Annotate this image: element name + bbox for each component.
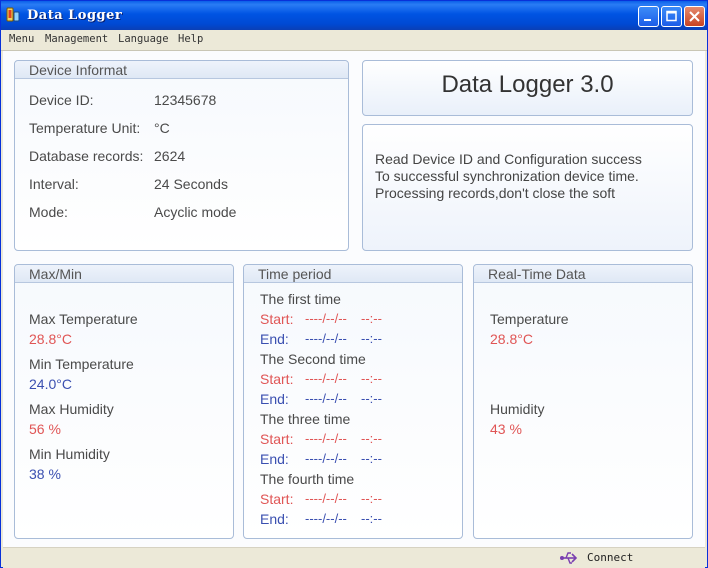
device-id-value: 12345678 — [154, 92, 217, 108]
min-temp-label: Min Temperature — [29, 356, 134, 372]
start-label: Start: — [260, 431, 294, 447]
window-title: Data Logger — [27, 8, 123, 23]
min-humidity-label: Min Humidity — [29, 446, 110, 462]
temperature-label: Temperature — [490, 311, 569, 327]
end-date: ----/--/-- — [305, 391, 347, 406]
end-time: --:-- — [361, 391, 382, 406]
message-line: To successful synchronization device tim… — [375, 168, 639, 184]
max-humidity-value: 56 % — [29, 421, 61, 437]
minimize-button[interactable] — [638, 6, 659, 27]
db-records-label: Database records: — [29, 148, 144, 164]
start-date: ----/--/-- — [305, 431, 347, 446]
max-humidity-label: Max Humidity — [29, 401, 114, 417]
realtime-title: Real-Time Data — [488, 266, 586, 282]
temp-unit-value: °C — [154, 120, 170, 136]
start-date: ----/--/-- — [305, 491, 347, 506]
maximize-button[interactable] — [661, 6, 682, 27]
menu-menu[interactable]: Menu — [9, 33, 34, 45]
start-time: --:-- — [361, 371, 382, 386]
start-label: Start: — [260, 491, 294, 507]
menu-management[interactable]: Management — [45, 33, 108, 45]
device-info-title: Device Informat — [29, 62, 128, 78]
menu-bar: Menu Management Language Help — [1, 30, 707, 51]
message-line: Read Device ID and Configuration success — [375, 151, 642, 167]
end-label: End: — [260, 511, 289, 527]
message-panel: Read Device ID and Configuration success… — [362, 124, 693, 251]
start-label: Start: — [260, 311, 294, 327]
brand-panel: Data Logger 3.0 — [362, 60, 693, 116]
client-area: Device Informat Device ID: 12345678 Temp… — [3, 51, 705, 547]
end-date: ----/--/-- — [305, 451, 347, 466]
app-icon — [6, 7, 20, 22]
maximize-icon — [666, 10, 677, 22]
interval-label: Interval: — [29, 176, 79, 192]
time-period-panel: Time period The first time Start: ----/-… — [243, 264, 463, 539]
message-line: Processing records,don't close the soft — [375, 185, 616, 201]
device-id-label: Device ID: — [29, 92, 94, 108]
maxmin-panel: Max/Min Max Temperature 28.8°C Min Tempe… — [14, 264, 234, 539]
max-temp-value: 28.8°C — [29, 331, 72, 347]
end-time: --:-- — [361, 451, 382, 466]
status-bar: Connect — [3, 547, 705, 568]
period-name: The first time — [260, 291, 341, 307]
min-humidity-value: 38 % — [29, 466, 61, 482]
interval-value: 24 Seconds — [154, 176, 228, 192]
menu-language[interactable]: Language — [118, 33, 169, 45]
max-temp-label: Max Temperature — [29, 311, 138, 327]
title-bar[interactable]: Data Logger — [1, 1, 707, 30]
realtime-panel: Real-Time Data Temperature 28.8°C Humidi… — [473, 264, 693, 539]
end-time: --:-- — [361, 331, 382, 346]
end-date: ----/--/-- — [305, 331, 347, 346]
end-label: End: — [260, 451, 289, 467]
mode-label: Mode: — [29, 204, 68, 220]
app-heading: Data Logger 3.0 — [441, 71, 614, 98]
temp-unit-label: Temperature Unit: — [29, 120, 141, 136]
connect-status[interactable]: Connect — [587, 551, 633, 564]
minimize-icon — [644, 19, 651, 21]
start-time: --:-- — [361, 311, 382, 326]
menu-help[interactable]: Help — [178, 33, 203, 45]
end-time: --:-- — [361, 511, 382, 526]
start-time: --:-- — [361, 491, 382, 506]
start-time: --:-- — [361, 431, 382, 446]
device-info-panel: Device Informat Device ID: 12345678 Temp… — [14, 60, 349, 251]
end-date: ----/--/-- — [305, 511, 347, 526]
start-date: ----/--/-- — [305, 371, 347, 386]
period-name: The Second time — [260, 351, 366, 367]
db-records-value: 2624 — [154, 148, 186, 164]
start-date: ----/--/-- — [305, 311, 347, 326]
end-label: End: — [260, 331, 289, 347]
humidity-label: Humidity — [490, 401, 545, 417]
time-period-title: Time period — [258, 266, 332, 282]
start-label: Start: — [260, 371, 294, 387]
close-button[interactable] — [684, 6, 705, 27]
close-icon — [689, 11, 700, 22]
period-name: The three time — [260, 411, 351, 427]
end-label: End: — [260, 391, 289, 407]
maxmin-title: Max/Min — [29, 266, 82, 282]
humidity-value: 43 % — [490, 421, 522, 437]
temperature-value: 28.8°C — [490, 331, 533, 347]
usb-connect-icon — [560, 552, 578, 564]
app-window: Data Logger Menu Management Language Hel… — [0, 0, 708, 568]
mode-value: Acyclic mode — [154, 204, 237, 220]
period-name: The fourth time — [260, 471, 355, 487]
min-temp-value: 24.0°C — [29, 376, 72, 392]
